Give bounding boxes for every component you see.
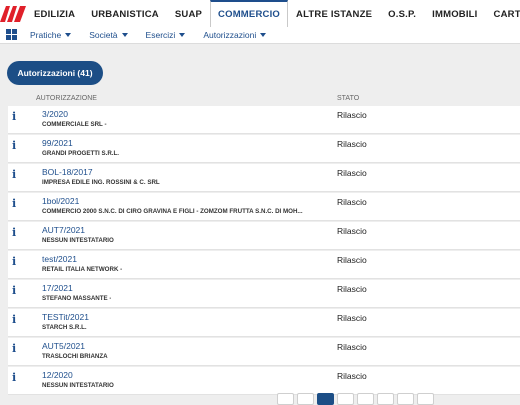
caret-down-icon <box>121 33 128 37</box>
info-icon[interactable]: i <box>12 255 16 268</box>
holder-name: NESSUN INTESTATARIO <box>42 382 114 389</box>
holder-name: COMMERCIO 2000 S.N.C. DI CIRO GRAVINA E … <box>42 208 303 215</box>
authorization-code-link[interactable]: AUT5/2021 <box>42 341 85 351</box>
top-nav-item-commercio[interactable]: COMMERCIO <box>210 0 289 27</box>
sub-navigation-bar: Pratiche Società Esercizi Autorizzazioni <box>0 27 520 44</box>
info-icon[interactable]: i <box>12 168 16 181</box>
status-text: Rilascio <box>337 197 367 207</box>
table-row[interactable]: i 17/2021 STEFANO MASSANTE - Rilascio <box>8 280 520 308</box>
status-text: Rilascio <box>337 168 367 178</box>
top-nav-item-o-s-p[interactable]: O.S.P. <box>380 0 424 27</box>
top-nav-item-suap[interactable]: SUAP <box>167 0 210 27</box>
page-button[interactable] <box>357 393 374 405</box>
page-button[interactable] <box>417 393 434 405</box>
info-icon[interactable]: i <box>12 110 16 123</box>
authorization-code-link[interactable]: 17/2021 <box>42 283 73 293</box>
holder-name: STARCH S.R.L. <box>42 324 87 331</box>
holder-name: NESSUN INTESTATARIO <box>42 237 114 244</box>
holder-name: STEFANO MASSANTE - <box>42 295 112 302</box>
status-text: Rilascio <box>337 110 367 120</box>
authorization-code-link[interactable]: 12/2020 <box>42 370 73 380</box>
table-header: AUTORIZZAZIONE STATO <box>8 93 520 105</box>
table-row[interactable]: i 99/2021 GRANDI PROGETTI S.R.L. Rilascio <box>8 135 520 163</box>
info-icon[interactable]: i <box>12 197 16 210</box>
sub-nav-label: Autorizzazioni <box>203 30 257 40</box>
authorization-code-link[interactable]: AUT7/2021 <box>42 225 85 235</box>
holder-name: COMMERCIALE SRL - <box>42 121 107 128</box>
page-button[interactable] <box>397 393 414 405</box>
info-icon[interactable]: i <box>12 342 16 355</box>
status-text: Rilascio <box>337 139 367 149</box>
top-navigation-bar: EDILIZIA URBANISTICA SUAP COMMERCIO ALTRE IS… <box>0 0 520 28</box>
top-nav-item-immobili[interactable]: IMMOBILI <box>424 0 485 27</box>
page-button[interactable] <box>337 393 354 405</box>
status-text: Rilascio <box>337 255 367 265</box>
status-text: Rilascio <box>337 226 367 236</box>
column-header-authorization: AUTORIZZAZIONE <box>36 95 97 102</box>
holder-name: IMPRESA EDILE ING. ROSSINI & C. SRL <box>42 179 160 186</box>
table-body: i 3/2020 COMMERCIALE SRL - Rilascio i 99/2021… <box>8 106 520 395</box>
authorization-code-link[interactable]: 3/2020 <box>42 109 68 119</box>
info-icon[interactable]: i <box>12 284 16 297</box>
holder-name: GRANDI PROGETTI S.R.L. <box>42 150 120 157</box>
page-button-current[interactable] <box>317 393 334 405</box>
table-row[interactable]: i 3/2020 COMMERCIALE SRL - Rilascio <box>8 106 520 134</box>
table-row[interactable]: i 1bol/2021 COMMERCIO 2000 S.N.C. DI CIRO … <box>8 193 520 221</box>
caret-down-icon <box>260 33 267 37</box>
table-row[interactable]: i AUT5/2021 TRASLOCHI BRIANZA Rilascio <box>8 338 520 366</box>
status-text: Rilascio <box>337 342 367 352</box>
logo-icon[interactable] <box>0 0 26 27</box>
info-icon[interactable]: i <box>12 139 16 152</box>
holder-name: RETAIL ITALIA NETWORK - <box>42 266 123 273</box>
info-icon[interactable]: i <box>12 226 16 239</box>
top-nav-item-urbanistica[interactable]: URBANISTICA <box>83 0 167 27</box>
table-row[interactable]: i BOL-18/2017 IMPRESA EDILE ING. ROSSINI &… <box>8 164 520 192</box>
sub-nav-label: Esercizi <box>145 30 176 40</box>
page-button[interactable] <box>297 393 314 405</box>
column-header-status: STATO <box>337 95 360 102</box>
authorization-code-link[interactable]: test/2021 <box>42 254 77 264</box>
authorization-code-link[interactable]: TESTit/2021 <box>42 312 89 322</box>
authorization-code-link[interactable]: BOL-18/2017 <box>42 167 93 177</box>
caret-down-icon <box>65 33 72 37</box>
sub-nav-item-esercizi[interactable]: Esercizi <box>146 30 186 40</box>
status-text: Rilascio <box>337 313 367 323</box>
status-text: Rilascio <box>337 371 367 381</box>
top-nav-item-altre-istanze[interactable]: ALTRE ISTANZE <box>288 0 380 27</box>
top-nav-menu: EDILIZIA URBANISTICA SUAP COMMERCIO ALTRE IS… <box>26 0 520 27</box>
grid-menu-icon[interactable] <box>6 29 18 41</box>
sub-nav-item-autorizzazioni[interactable]: Autorizzazioni <box>203 30 267 40</box>
authorizations-table: AUTORIZZAZIONE STATO i 3/2020 COMMERCIALE … <box>8 93 520 395</box>
status-text: Rilascio <box>337 284 367 294</box>
top-nav-item-edilizia[interactable]: EDILIZIA <box>26 0 83 27</box>
sub-nav-label: Società <box>89 30 118 40</box>
table-row[interactable]: i 12/2020 NESSUN INTESTATARIO Rilascio <box>8 367 520 395</box>
info-icon[interactable]: i <box>12 371 16 384</box>
table-row[interactable]: i test/2021 RETAIL ITALIA NETWORK - Rilasci… <box>8 251 520 279</box>
table-row[interactable]: i TESTit/2021 STARCH S.R.L. Rilascio <box>8 309 520 337</box>
sub-nav-menu: Pratiche Società Esercizi Autorizzazioni <box>30 30 284 40</box>
sub-nav-item-societ-[interactable]: Società <box>89 30 128 40</box>
pagination <box>277 393 434 405</box>
holder-name: TRASLOCHI BRIANZA <box>42 353 108 360</box>
authorizations-count-button[interactable]: Autorizzazioni (41) <box>7 61 103 85</box>
page-button[interactable] <box>277 393 294 405</box>
sub-nav-label: Pratiche <box>30 30 62 40</box>
authorization-code-link[interactable]: 99/2021 <box>42 138 73 148</box>
top-nav-item-cartografia[interactable]: CARTOGRAFIA <box>486 0 520 27</box>
table-row[interactable]: i AUT7/2021 NESSUN INTESTATARIO Rilascio <box>8 222 520 250</box>
info-icon[interactable]: i <box>12 313 16 326</box>
caret-down-icon <box>179 33 186 37</box>
page-button[interactable] <box>377 393 394 405</box>
authorization-code-link[interactable]: 1bol/2021 <box>42 196 79 206</box>
sub-nav-item-pratiche[interactable]: Pratiche <box>30 30 72 40</box>
